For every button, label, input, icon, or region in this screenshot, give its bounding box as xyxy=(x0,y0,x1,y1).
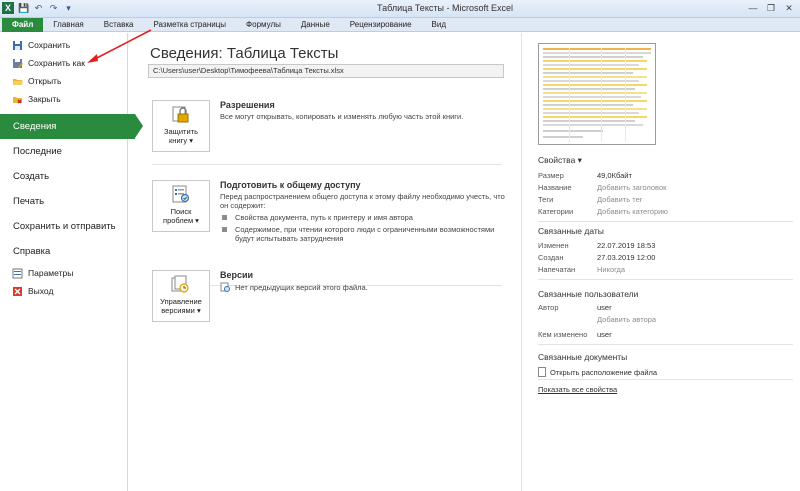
prop-author: Автор user xyxy=(538,303,612,312)
menu-exit[interactable]: Выход xyxy=(0,282,127,300)
versions-section: Управление версиями ▾ Версии Нет предыду… xyxy=(152,270,504,326)
file-path: C:\Users\user\Desktop\Тимофеева\Таблица … xyxy=(148,64,504,78)
tab-page-layout[interactable]: Разметка страницы xyxy=(143,18,236,32)
menu-options[interactable]: Параметры xyxy=(0,264,127,282)
menu-save-label: Сохранить xyxy=(28,40,71,50)
menu-exit-label: Выход xyxy=(28,286,54,296)
prop-title[interactable]: Название Добавить заголовок xyxy=(538,183,666,192)
properties-panel: Свойства ▾ Размер 49,0Кбайт Название Добав… xyxy=(521,33,800,491)
divider xyxy=(538,379,793,380)
prop-modified-by: Кем изменено user xyxy=(538,330,612,339)
tab-home[interactable]: Главная xyxy=(43,18,93,32)
menu-save-as[interactable]: Сохранить как xyxy=(0,54,127,72)
menu-close-label: Закрыть xyxy=(28,94,61,104)
minimize-button[interactable]: — xyxy=(746,2,760,14)
permissions-desc: Все могут открывать, копировать и изменя… xyxy=(220,112,464,121)
divider xyxy=(538,221,793,222)
prop-created: Создан 27.03.2019 12:00 xyxy=(538,253,656,262)
ribbon-tabs: Файл Главная Вставка Разметка страницы Ф… xyxy=(0,18,800,32)
menu-save-send-label: Сохранить и отправить xyxy=(13,221,116,232)
menu-info[interactable]: Сведения xyxy=(0,114,143,139)
menu-new[interactable]: Создать xyxy=(0,164,127,189)
menu-options-label: Параметры xyxy=(28,268,74,278)
menu-save-send[interactable]: Сохранить и отправить xyxy=(0,214,127,239)
prop-size: Размер 49,0Кбайт xyxy=(538,171,632,180)
tab-review[interactable]: Рецензирование xyxy=(340,18,422,32)
menu-new-label: Создать xyxy=(13,171,50,182)
list-item: Содержимое, при чтении которого люди с о… xyxy=(220,225,510,243)
manage-versions-button[interactable]: Управление версиями ▾ xyxy=(152,270,210,322)
save-as-icon xyxy=(12,58,23,69)
menu-close[interactable]: Закрыть xyxy=(0,90,127,108)
tab-insert[interactable]: Вставка xyxy=(94,18,144,32)
related-dates-header: Связанные даты xyxy=(538,226,604,236)
close-button[interactable]: ✕ xyxy=(782,2,796,14)
open-file-location-link[interactable]: Открыть расположение файла xyxy=(538,367,657,377)
properties-header[interactable]: Свойства ▾ xyxy=(538,155,582,166)
divider xyxy=(538,279,793,280)
permissions-section: Защитить книгу ▾ Разрешения Все могут от… xyxy=(152,100,504,156)
versions-title: Версии xyxy=(220,270,254,280)
backstage-menu: Сохранить Сохранить как Открыть Закрыть … xyxy=(0,33,143,491)
divider xyxy=(538,344,793,345)
tab-formulas[interactable]: Формулы xyxy=(236,18,291,32)
menu-help[interactable]: Справка xyxy=(0,239,127,264)
menu-recent[interactable]: Последние xyxy=(0,139,127,164)
prepare-desc: Перед распространением общего доступа к … xyxy=(220,192,510,243)
menu-open[interactable]: Открыть xyxy=(0,72,127,90)
tab-data[interactable]: Данные xyxy=(291,18,340,32)
window-title: Таблица Тексты - Microsoft Excel xyxy=(377,3,513,13)
menu-save[interactable]: Сохранить xyxy=(0,36,127,54)
versions-icon xyxy=(171,275,189,293)
title-bar: X 💾 ↶ ↷ ▾ Таблица Тексты - Microsoft Exc… xyxy=(0,0,800,18)
menu-print[interactable]: Печать xyxy=(0,189,127,214)
ribbon: Файл Главная Вставка Разметка страницы Ф… xyxy=(0,18,800,32)
menu-recent-label: Последние xyxy=(13,146,62,157)
inspect-document-icon xyxy=(172,185,190,203)
menu-print-label: Печать xyxy=(13,196,45,207)
show-all-properties-link[interactable]: Показать все свойства xyxy=(538,385,617,394)
divider xyxy=(152,164,502,165)
menu-help-label: Справка xyxy=(13,246,51,257)
close-folder-icon xyxy=(12,94,23,105)
document-icon xyxy=(538,367,546,377)
prop-printed: Напечатан Никогда xyxy=(538,265,626,274)
protect-workbook-button[interactable]: Защитить книгу ▾ xyxy=(152,100,210,152)
options-icon xyxy=(12,268,23,279)
tab-file[interactable]: Файл xyxy=(2,18,44,32)
check-issues-button[interactable]: Поиск проблем ▾ xyxy=(152,180,210,232)
document-thumbnail xyxy=(538,43,656,145)
related-people-header: Связанные пользователи xyxy=(538,289,639,299)
info-pane: Сведения: Таблица Тексты C:\Users\user\D… xyxy=(140,33,520,491)
prop-tags[interactable]: Теги Добавить тег xyxy=(538,195,643,204)
prop-categories[interactable]: Категории Добавить категорию xyxy=(538,207,668,216)
versions-desc: Нет предыдущих версий этого файла. xyxy=(220,282,510,292)
related-docs-header: Связанные документы xyxy=(538,352,628,362)
save-icon xyxy=(12,40,23,51)
prepare-section: Поиск проблем ▾ Подготовить к общему дос… xyxy=(152,180,505,250)
maximize-button[interactable]: ❐ xyxy=(764,2,778,14)
window-controls: — ❐ ✕ xyxy=(746,2,796,14)
menu-info-label: Сведения xyxy=(13,121,57,132)
open-folder-icon xyxy=(12,76,23,87)
permissions-title: Разрешения xyxy=(220,100,275,110)
page-title: Сведения: Таблица Тексты xyxy=(150,45,339,62)
exit-icon xyxy=(12,286,23,297)
list-item: Свойства документа, путь к принтеру и им… xyxy=(220,213,510,222)
tab-view[interactable]: Вид xyxy=(422,18,456,32)
menu-open-label: Открыть xyxy=(28,76,62,86)
lock-icon xyxy=(172,106,189,123)
menu-save-as-label: Сохранить как xyxy=(28,58,85,68)
prepare-title: Подготовить к общему доступу xyxy=(220,180,361,190)
version-file-icon xyxy=(220,282,230,292)
prop-modified: Изменен 22.07.2019 18:53 xyxy=(538,241,656,250)
